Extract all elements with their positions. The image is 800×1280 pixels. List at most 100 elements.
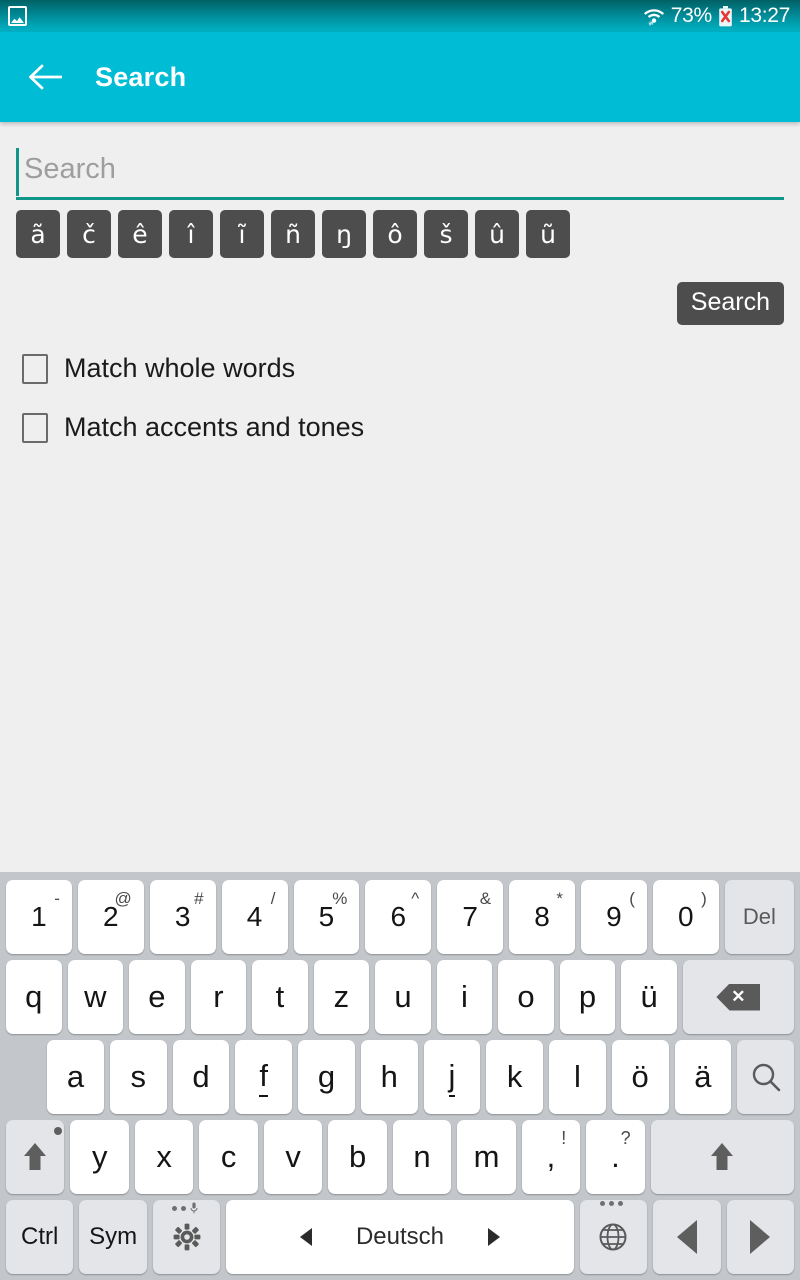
- key-v[interactable]: v: [263, 1120, 323, 1194]
- clock-label: 13:27: [738, 4, 790, 27]
- accent-key[interactable]: ñ: [271, 210, 315, 258]
- search-button[interactable]: Search: [676, 282, 784, 325]
- accent-key[interactable]: č: [67, 210, 111, 258]
- keyboard-language-label: Deutsch: [355, 1223, 444, 1250]
- on-screen-keyboard: 1- 2 @ 3 # 4/ 5% 6 ^ 7 & 8 * 9( 0) Del q w e …: [0, 872, 800, 1280]
- key-1[interactable]: 1-: [6, 880, 72, 954]
- arrow-left-icon: [29, 64, 62, 90]
- accent-key[interactable]: ô: [373, 210, 417, 258]
- key-9[interactable]: 9(: [581, 880, 647, 954]
- globe-icon: [597, 1201, 629, 1253]
- image-notification-icon: [8, 6, 27, 26]
- option-match-accents-and-tones[interactable]: Match accents and tones: [16, 412, 784, 443]
- keyboard-row-home: a s d f g h j k l ö ä: [6, 1040, 794, 1114]
- key-period[interactable]: .?: [586, 1120, 645, 1194]
- prev-language-arrow-icon[interactable]: [299, 1228, 312, 1246]
- app-bar: Search: [0, 32, 800, 122]
- key-m[interactable]: m: [457, 1120, 516, 1194]
- back-button[interactable]: [22, 54, 68, 100]
- key-t[interactable]: t: [252, 960, 308, 1034]
- key-u[interactable]: u: [375, 960, 431, 1034]
- key-r[interactable]: r: [190, 960, 247, 1034]
- key-7[interactable]: 7 &: [437, 880, 504, 954]
- status-bar-right: 73% 13:27: [643, 4, 790, 28]
- search-input[interactable]: Search: [16, 142, 784, 200]
- key-w[interactable]: w: [67, 960, 124, 1034]
- key-u-umlaut[interactable]: ü: [621, 960, 677, 1034]
- key-comma[interactable]: ,!: [521, 1120, 581, 1194]
- key-b[interactable]: b: [328, 1120, 387, 1194]
- cursor-right-key[interactable]: [726, 1200, 794, 1274]
- key-a[interactable]: a: [47, 1040, 104, 1114]
- accent-key[interactable]: ã: [16, 210, 60, 258]
- key-n[interactable]: n: [392, 1120, 452, 1194]
- key-8[interactable]: 8 *: [509, 880, 575, 954]
- key-l[interactable]: l: [549, 1040, 606, 1114]
- key-f[interactable]: f: [235, 1040, 293, 1114]
- key-3[interactable]: 3 #: [149, 880, 216, 954]
- accent-character-row: ã č ê î ĩ ñ ŋ ô š û ũ: [16, 210, 784, 258]
- accent-key[interactable]: ê: [118, 210, 162, 258]
- key-s[interactable]: s: [109, 1040, 167, 1114]
- accent-key[interactable]: š: [424, 210, 468, 258]
- next-language-arrow-icon[interactable]: [488, 1228, 500, 1246]
- key-d[interactable]: d: [172, 1040, 230, 1114]
- key-x[interactable]: x: [134, 1120, 194, 1194]
- key-j[interactable]: j: [423, 1040, 481, 1114]
- key-2[interactable]: 2 @: [77, 880, 144, 954]
- key-a-umlaut[interactable]: ä: [674, 1040, 732, 1114]
- key-h[interactable]: h: [360, 1040, 418, 1114]
- battery-error-icon: [718, 5, 733, 27]
- status-bar: 73% 13:27: [0, 0, 800, 32]
- key-k[interactable]: k: [486, 1040, 544, 1114]
- page-title: Search: [95, 61, 187, 92]
- key-p[interactable]: p: [559, 960, 616, 1034]
- key-4[interactable]: 4/: [221, 880, 288, 954]
- gear-icon: [170, 1202, 204, 1254]
- option-match-whole-words[interactable]: Match whole words: [16, 353, 784, 384]
- app-root: 73% 13:27 Search Search ã č ê î ĩ ñ ŋ ô …: [0, 0, 800, 1280]
- search-field-wrapper: Search: [16, 122, 784, 200]
- option-label: Match whole words: [64, 353, 296, 383]
- key-e[interactable]: e: [129, 960, 185, 1034]
- option-label: Match accents and tones: [64, 412, 365, 442]
- keyboard-row-function: Ctrl Sym Deutsch: [6, 1200, 794, 1274]
- keyboard-settings-key[interactable]: [152, 1200, 221, 1274]
- key-delete[interactable]: Del: [724, 880, 794, 954]
- row-spacer: [6, 1040, 41, 1114]
- keyboard-row-numbers: 1- 2 @ 3 # 4/ 5% 6 ^ 7 & 8 * 9( 0) Del: [6, 880, 794, 954]
- ctrl-key[interactable]: Ctrl: [6, 1200, 74, 1274]
- shift-left-key[interactable]: [6, 1120, 65, 1194]
- cursor-left-key[interactable]: [653, 1200, 721, 1274]
- checkbox-match-accents-and-tones[interactable]: [22, 412, 48, 443]
- key-q[interactable]: q: [6, 960, 62, 1034]
- keyboard-row-top: q w e r t z u i o p ü ✕: [6, 960, 794, 1034]
- accent-key[interactable]: ĩ: [220, 210, 264, 258]
- key-z[interactable]: z: [313, 960, 370, 1034]
- battery-percent-label: 73%: [670, 4, 712, 27]
- accent-key[interactable]: ŋ: [322, 210, 366, 258]
- backspace-key[interactable]: ✕: [682, 960, 794, 1034]
- key-g[interactable]: g: [298, 1040, 355, 1114]
- shift-right-key[interactable]: [650, 1120, 794, 1194]
- key-0[interactable]: 0): [652, 880, 719, 954]
- space-key[interactable]: Deutsch: [226, 1200, 574, 1274]
- search-button-row: Search: [16, 282, 784, 325]
- checkbox-match-whole-words[interactable]: [22, 353, 48, 384]
- key-o-umlaut[interactable]: ö: [611, 1040, 669, 1114]
- key-6[interactable]: 6 ^: [365, 880, 432, 954]
- language-switch-key[interactable]: [579, 1200, 648, 1274]
- accent-key[interactable]: î: [169, 210, 213, 258]
- key-c[interactable]: c: [199, 1120, 258, 1194]
- accent-key[interactable]: ũ: [526, 210, 570, 258]
- caps-lock-indicator: [54, 1127, 63, 1135]
- key-5[interactable]: 5%: [293, 880, 360, 954]
- key-y[interactable]: y: [70, 1120, 129, 1194]
- arrow-left-icon: [676, 1220, 697, 1254]
- symbols-key[interactable]: Sym: [79, 1200, 147, 1274]
- microphone-icon: [190, 1202, 198, 1214]
- accent-key[interactable]: û: [475, 210, 519, 258]
- keyboard-search-key[interactable]: [737, 1040, 794, 1114]
- key-i[interactable]: i: [436, 960, 493, 1034]
- key-o[interactable]: o: [498, 960, 554, 1034]
